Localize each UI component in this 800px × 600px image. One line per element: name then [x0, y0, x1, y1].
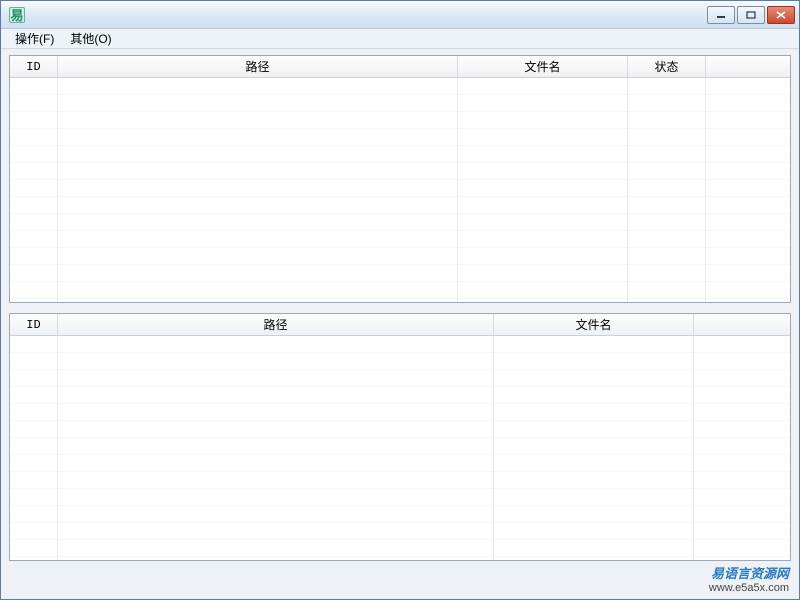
column-header-path[interactable]: 路径	[58, 56, 458, 77]
minimize-icon	[716, 11, 726, 19]
close-button[interactable]	[767, 6, 795, 24]
listview-top-header: ID 路径 文件名 状态	[10, 56, 790, 78]
listview-top-body[interactable]	[10, 78, 790, 302]
menu-operation[interactable]: 操作(F)	[7, 28, 62, 49]
watermark: 易语言资源网 www.e5a5x.com	[709, 566, 789, 595]
watermark-title: 易语言资源网	[709, 566, 789, 582]
listview-bottom-header: ID 路径 文件名	[10, 314, 790, 336]
app-icon: 易	[9, 7, 25, 23]
menubar: 操作(F) 其他(O)	[1, 29, 799, 49]
client-area: ID 路径 文件名 状态 ID 路径 文件名	[1, 49, 799, 599]
listview-top[interactable]: ID 路径 文件名 状态	[9, 55, 791, 303]
watermark-url: www.e5a5x.com	[709, 582, 789, 595]
column-header-filename[interactable]: 文件名	[494, 314, 694, 335]
listview-bottom[interactable]: ID 路径 文件名	[9, 313, 791, 561]
column-header-filename[interactable]: 文件名	[458, 56, 628, 77]
column-header-path[interactable]: 路径	[58, 314, 494, 335]
menu-other[interactable]: 其他(O)	[62, 28, 119, 49]
column-header-spacer	[694, 314, 790, 335]
maximize-button[interactable]	[737, 6, 765, 24]
column-header-status[interactable]: 状态	[628, 56, 706, 77]
close-icon	[776, 11, 786, 19]
column-header-spacer	[706, 56, 790, 77]
window-frame: 易 操作(F) 其他(O) ID 路径 文件名 状态	[0, 0, 800, 600]
titlebar[interactable]: 易	[1, 1, 799, 29]
minimize-button[interactable]	[707, 6, 735, 24]
maximize-icon	[746, 11, 756, 19]
listview-bottom-body[interactable]	[10, 336, 790, 560]
column-header-id[interactable]: ID	[10, 56, 58, 77]
column-header-id[interactable]: ID	[10, 314, 58, 335]
